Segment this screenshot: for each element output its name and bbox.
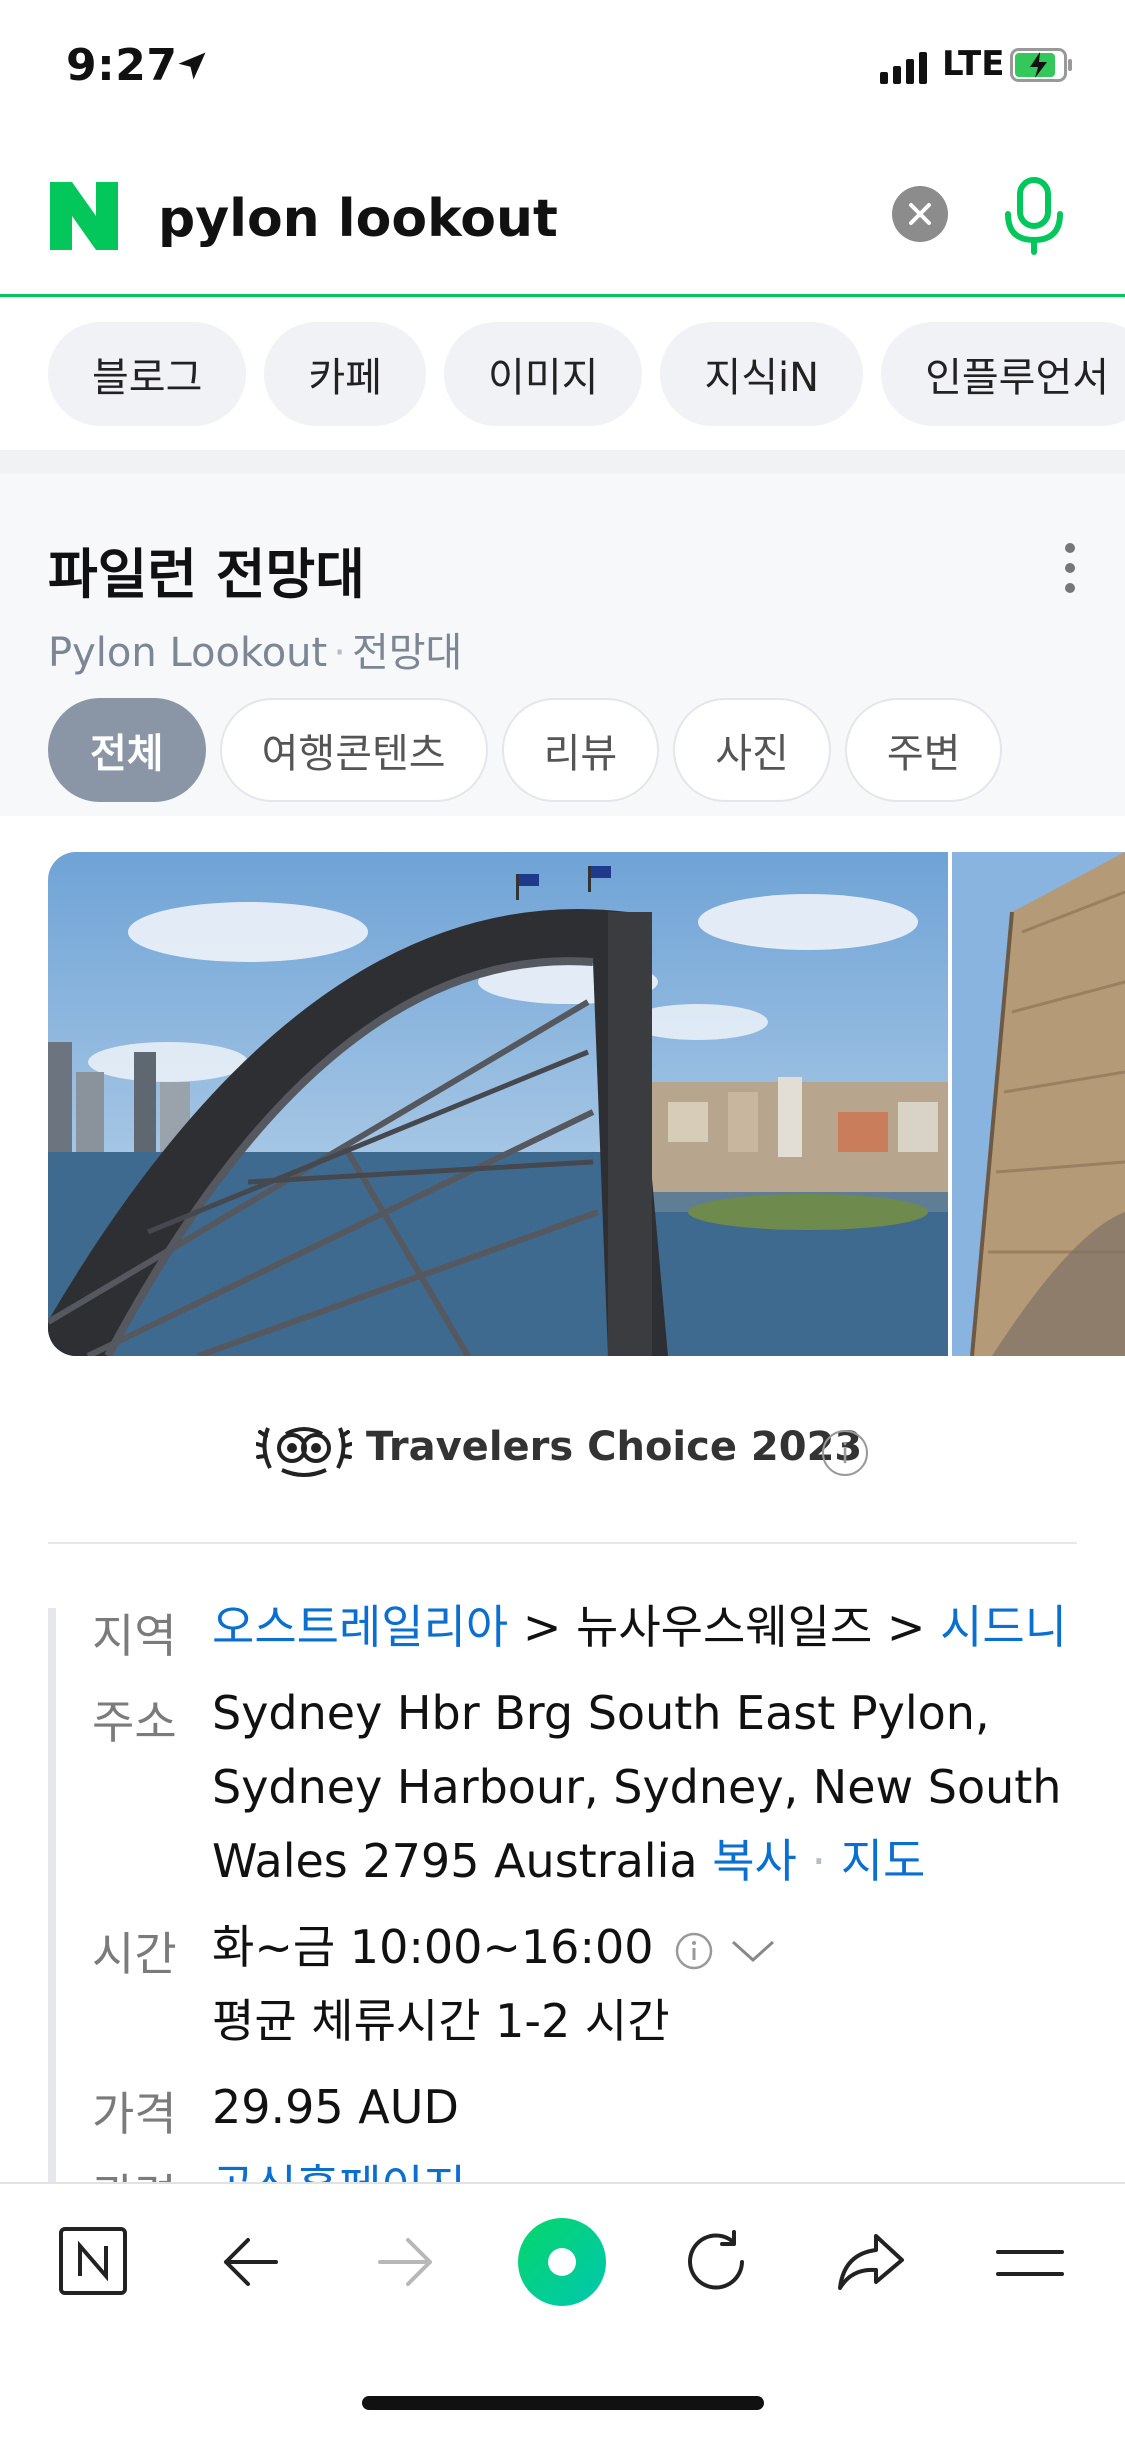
dot-separator: · <box>796 1834 841 1888</box>
menu-icon[interactable] <box>996 2246 1064 2280</box>
location-arrow-icon <box>178 52 206 80</box>
naver-logo-icon[interactable] <box>48 180 120 252</box>
address-label: 주소 <box>92 1695 177 1749</box>
place-title[interactable]: 파일런 전망대 <box>48 530 365 609</box>
info-left-bar <box>48 1608 56 2188</box>
tab-review[interactable]: 리뷰 <box>501 698 660 802</box>
dot-separator: · <box>333 630 346 676</box>
forward-arrow-icon[interactable] <box>376 2234 436 2290</box>
category-chips: 블로그 카페 이미지 지식iN 인플루언서 <box>48 322 1125 426</box>
tab-all[interactable]: 전체 <box>48 698 206 802</box>
region-city-link[interactable]: 시드니 <box>940 1600 1067 1654</box>
pylon-photo-image <box>952 852 1125 1356</box>
address-value: Sydney Hbr Brg South East Pylon, Sydney … <box>212 1676 1061 1898</box>
chip-cafe[interactable]: 카페 <box>264 322 427 426</box>
bridge-photo-image <box>48 852 948 1356</box>
back-arrow-icon[interactable] <box>220 2234 280 2290</box>
clear-search-button[interactable] <box>892 186 948 242</box>
tab-photo[interactable]: 사진 <box>673 698 831 802</box>
address-line-1: Sydney Hbr Brg South East Pylon, <box>212 1686 990 1740</box>
search-input[interactable] <box>158 186 858 252</box>
chevron-down-icon[interactable] <box>729 1936 777 1966</box>
hours-row: 화~금 10:00~16:00 <box>212 1910 777 1984</box>
place-tabs: 전체 여행콘텐츠 리뷰 사진 주변 <box>48 698 1003 802</box>
address-line-2: Sydney Harbour, Sydney, New South <box>212 1760 1062 1814</box>
place-english-name: Pylon Lookout <box>48 630 328 676</box>
signal-icon <box>880 50 927 84</box>
chip-kin[interactable]: 지식iN <box>660 322 864 426</box>
address-line-3: Wales 2795 Australia <box>212 1834 698 1888</box>
section-divider <box>0 450 1125 474</box>
hours-label: 시간 <box>92 1927 177 1981</box>
region-value: 오스트레일리아 > 뉴사우스웨일즈 > 시드니 <box>212 1590 1067 1664</box>
battery-charging-icon <box>1010 48 1072 82</box>
average-stay: 평균 체류시간 1-2 시간 <box>212 1994 670 2048</box>
copy-address-link[interactable]: 복사 <box>712 1834 797 1888</box>
chip-image[interactable]: 이미지 <box>444 322 643 426</box>
search-underline <box>0 294 1125 297</box>
region-state: 뉴사우스웨일즈 <box>576 1600 873 1654</box>
address-line-3-row: Wales 2795 Australia 복사 · 지도 <box>212 1824 1061 1898</box>
more-options-icon[interactable] <box>1060 540 1080 596</box>
content-divider <box>48 1542 1077 1544</box>
price-value: 29.95 AUD <box>212 2080 459 2134</box>
map-link[interactable]: 지도 <box>841 1834 926 1888</box>
home-indicator <box>362 2396 764 2410</box>
chip-influencer[interactable]: 인플루언서 <box>881 322 1125 426</box>
hours-text: 화~금 10:00~16:00 <box>212 1920 654 1974</box>
naver-home-icon[interactable] <box>58 2226 128 2296</box>
tab-nearby[interactable]: 주변 <box>844 698 1003 802</box>
breadcrumb-separator: > <box>886 1600 926 1654</box>
region-country-link[interactable]: 오스트레일리아 <box>212 1600 508 1654</box>
travelers-choice-label: Travelers Choice 2023 <box>366 1424 863 1470</box>
microphone-icon[interactable] <box>1000 176 1068 256</box>
share-icon[interactable] <box>836 2230 906 2292</box>
tripadvisor-award-icon <box>256 1427 352 1477</box>
close-icon <box>909 203 931 225</box>
region-label: 지역 <box>92 1609 177 1663</box>
green-dot-icon[interactable] <box>516 2216 608 2308</box>
hours-value: 화~금 10:00~16:00 평균 체류시간 1-2 시간 <box>212 1910 777 2058</box>
place-category: 전망대 <box>351 630 463 676</box>
tab-travel-content[interactable]: 여행콘텐츠 <box>219 698 488 802</box>
info-icon[interactable] <box>674 1931 714 1971</box>
place-subtitle: Pylon Lookout · 전망대 <box>48 620 462 678</box>
breadcrumb-separator: > <box>522 1600 562 1654</box>
refresh-icon[interactable] <box>682 2228 750 2296</box>
status-time: 9:27 <box>66 40 178 91</box>
chip-blog[interactable]: 블로그 <box>48 322 247 426</box>
price-label: 가격 <box>92 2087 177 2141</box>
place-photo-main[interactable] <box>48 852 948 1356</box>
place-photo-secondary[interactable] <box>952 852 1125 1356</box>
info-icon[interactable]: i <box>822 1430 868 1476</box>
network-label: LTE <box>942 44 1005 84</box>
